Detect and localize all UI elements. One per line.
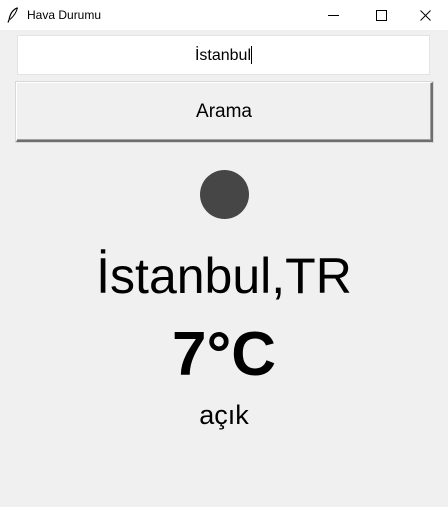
maximize-button[interactable] — [358, 0, 404, 30]
weather-condition-icon — [200, 170, 249, 219]
close-icon — [419, 9, 431, 21]
search-input-value: İstanbul — [194, 47, 252, 64]
location-label: İstanbul,TR — [96, 248, 352, 304]
search-button[interactable]: Arama — [16, 82, 433, 142]
minimize-icon — [327, 10, 339, 21]
close-button[interactable] — [402, 0, 448, 30]
minimize-button[interactable] — [310, 0, 356, 30]
text-caret — [251, 46, 253, 64]
city-search-input[interactable]: İstanbul — [17, 35, 430, 75]
window-title: Hava Durumu — [27, 8, 102, 22]
feather-icon — [7, 7, 19, 23]
maximize-icon — [375, 9, 387, 21]
search-button-label: Arama — [196, 100, 252, 122]
condition-label: açık — [199, 400, 249, 430]
temperature-label: 7°C — [171, 320, 277, 389]
title-bar[interactable]: Hava Durumu — [0, 0, 448, 30]
